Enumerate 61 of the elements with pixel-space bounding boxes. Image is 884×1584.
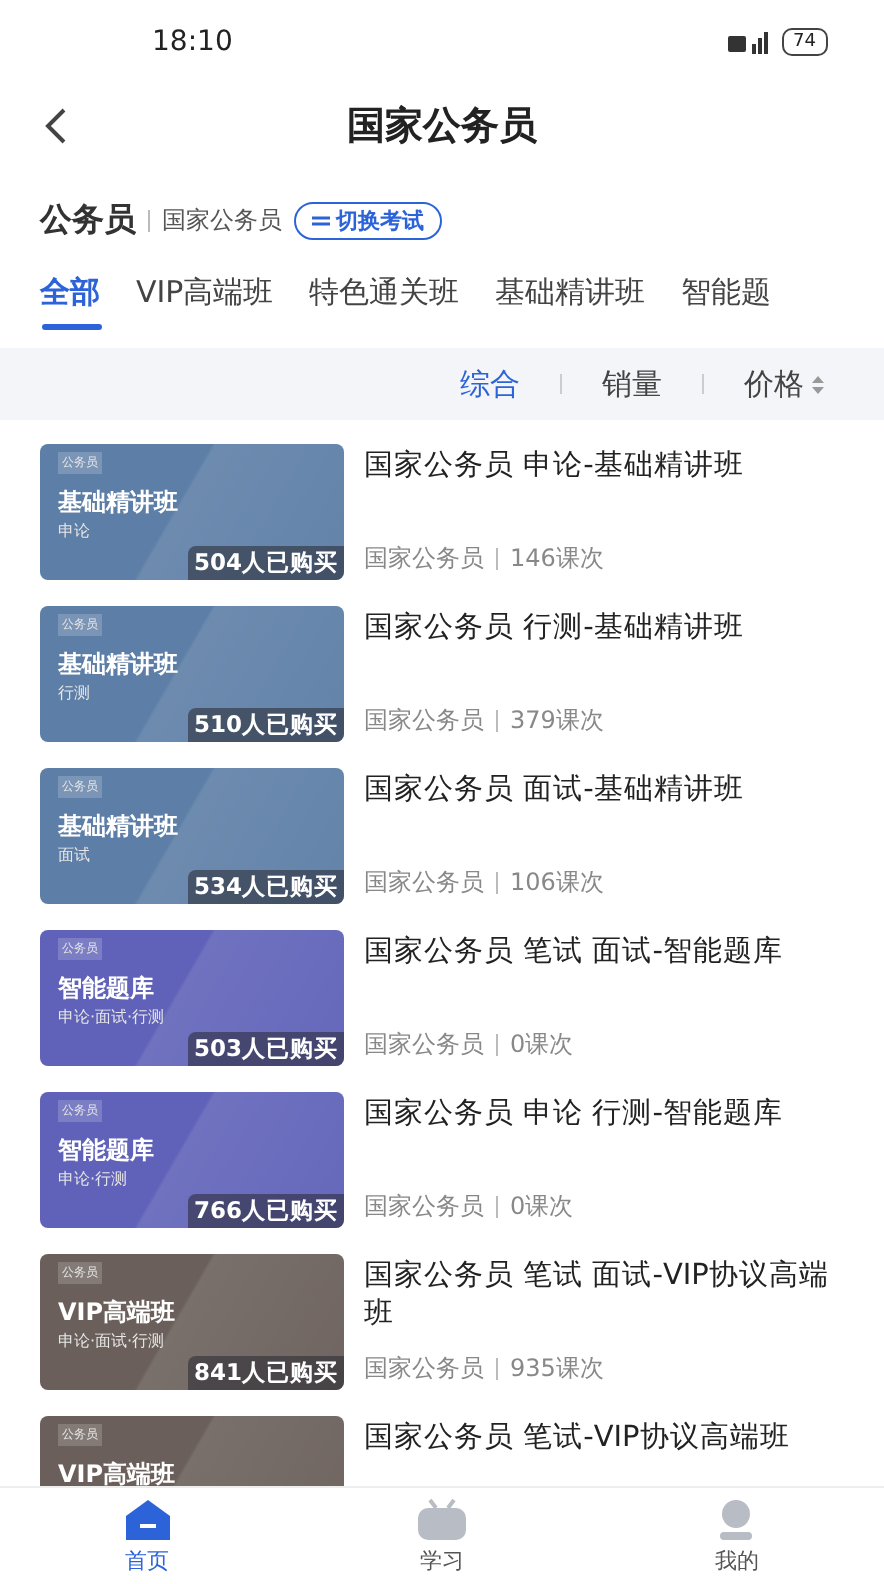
- exam-category: 公务员: [40, 199, 136, 241]
- page-title: 国家公务员: [347, 104, 537, 148]
- thumbnail-title: 智能题库: [58, 972, 154, 1006]
- thumbnail-title: 基础精讲班: [58, 486, 178, 520]
- thumbnail-title: VIP高端班: [58, 1296, 176, 1330]
- course-title[interactable]: 国家公务员 笔试 面试-智能题库: [364, 934, 844, 972]
- thumbnail-subtitle: 面试: [58, 844, 90, 866]
- course-title[interactable]: 国家公务员 笔试 面试-VIP协议高端班: [364, 1258, 844, 1334]
- thumbnail-title: 基础精讲班: [58, 810, 178, 844]
- course-exam: 国家公务员: [364, 866, 484, 900]
- buyers-count: 841人已购买: [187, 1356, 344, 1390]
- thumbnail-title: 智能题库: [58, 1134, 154, 1168]
- course-title[interactable]: 国家公务员 申论-基础精讲班: [364, 448, 844, 486]
- category-tab[interactable]: VIP高端班: [136, 268, 274, 328]
- switch-icon: [312, 213, 330, 227]
- bottom-nav-item[interactable]: 我的: [589, 1488, 884, 1584]
- home-icon: [123, 1497, 172, 1541]
- sort-icon: [812, 375, 824, 393]
- signal-icon: [727, 31, 772, 53]
- status-time: 18:10: [152, 26, 233, 58]
- course-title[interactable]: 国家公务员 行测-基础精讲班: [364, 610, 844, 648]
- course-exam: 国家公务员: [364, 1352, 484, 1386]
- sort-option[interactable]: 销量: [590, 363, 674, 405]
- category-tab[interactable]: 全部: [40, 268, 100, 328]
- buyers-count: 534人已购买: [187, 870, 344, 904]
- lesson-count: 935课次: [510, 1352, 604, 1386]
- course-exam: 国家公务员: [364, 1190, 484, 1224]
- back-icon[interactable]: [44, 108, 68, 144]
- buyers-count: 503人已购买: [187, 1032, 344, 1066]
- bottom-nav-item[interactable]: 首页: [0, 1488, 295, 1584]
- course-title[interactable]: 国家公务员 笔试-VIP协议高端班: [364, 1420, 844, 1458]
- sort-option[interactable]: 综合: [448, 363, 532, 405]
- thumbnail-subtitle: 行测: [58, 682, 90, 704]
- course-exam: 国家公务员: [364, 704, 484, 738]
- course-exam: 国家公务员: [364, 1028, 484, 1062]
- course-title[interactable]: 国家公务员 面试-基础精讲班: [364, 772, 844, 810]
- bottom-nav-item[interactable]: 学习: [294, 1488, 590, 1584]
- category-tab[interactable]: 基础精讲班: [495, 268, 646, 328]
- thumbnail-subtitle: 申论·面试·行测: [58, 1330, 165, 1352]
- thumbnail-subtitle: 申论·行测: [58, 1168, 128, 1190]
- lesson-count: 0课次: [510, 1190, 574, 1224]
- buyers-count: 504人已购买: [187, 546, 344, 580]
- exam-name: 国家公务员: [162, 203, 282, 237]
- lesson-count: 146课次: [510, 542, 604, 576]
- sort-option[interactable]: 价格: [732, 363, 836, 405]
- course-title[interactable]: 国家公务员 申论 行测-智能题库: [364, 1096, 844, 1134]
- thumbnail-title: 基础精讲班: [58, 648, 178, 682]
- switch-exam-button[interactable]: 切换考试: [294, 201, 442, 239]
- buyers-count: 766人已购买: [187, 1194, 344, 1228]
- lesson-count: 0课次: [510, 1028, 574, 1062]
- battery-level: 74: [781, 28, 828, 56]
- thumbnail-subtitle: 申论·面试·行测: [58, 1006, 165, 1028]
- lesson-count: 106课次: [510, 866, 604, 900]
- tv-icon: [415, 1497, 468, 1541]
- thumbnail-title: VIP高端班: [58, 1458, 176, 1486]
- lesson-count: 379课次: [510, 704, 604, 738]
- category-tab[interactable]: 特色通关班: [309, 268, 460, 328]
- buyers-count: 510人已购买: [187, 708, 344, 742]
- course-exam: 国家公务员: [364, 542, 484, 576]
- category-tab[interactable]: 智能题: [681, 268, 772, 328]
- thumbnail-subtitle: 申论: [58, 520, 90, 542]
